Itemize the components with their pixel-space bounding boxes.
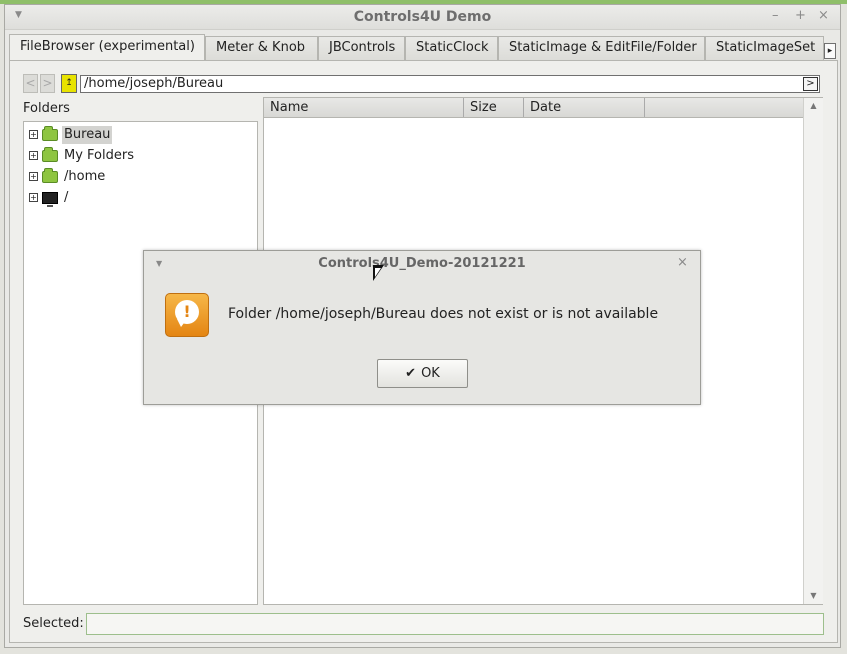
dialog-close-button[interactable]: × [677,255,688,270]
tree-item-label: Bureau [62,126,113,144]
folders-label: Folders [23,101,70,116]
file-list-header: Name Size Date [264,98,803,118]
error-dialog: ▼ Controls4U_Demo-20121221 × ! Folder /h… [143,250,701,405]
vertical-scrollbar[interactable]: ▲ ▼ [803,98,823,604]
dialog-title: Controls4U_Demo-20121221 [318,256,526,271]
column-header-size[interactable]: Size [464,98,524,117]
maximize-button[interactable]: + [795,8,806,23]
path-input[interactable]: /home/joseph/Bureau [80,75,820,93]
tab-staticimage-editfile[interactable]: StaticImage & EditFile/Folder [498,36,705,60]
info-icon: ! [165,293,209,337]
dialog-message: Folder /home/joseph/Bureau does not exis… [228,306,659,322]
expand-icon[interactable]: + [29,172,38,181]
tab-filebrowser[interactable]: FileBrowser (experimental) [9,34,205,60]
tree-item-label: / [64,190,69,205]
go-button[interactable]: > [803,77,818,91]
bubble-tail [177,319,187,327]
expand-icon[interactable]: + [29,130,38,139]
folder-icon [42,126,58,141]
ok-button-label: OK [421,366,440,381]
folder-icon [42,147,58,162]
minimize-button[interactable]: – [772,8,779,23]
tab-scroll-right-button[interactable]: ▸ [824,43,836,59]
selected-label: Selected: [23,616,84,631]
close-button[interactable]: × [818,8,829,23]
check-icon: ✔ [405,366,417,381]
tab-jbcontrols[interactable]: JBControls [318,36,405,60]
monitor-icon [42,192,58,207]
title-bar: ▼ Controls4U Demo – + × [5,5,840,30]
back-button[interactable]: < [23,74,38,93]
tab-staticimageset[interactable]: StaticImageSet [705,36,824,60]
tab-meter-knob[interactable]: Meter & Knob [205,36,318,60]
tree-item-label: /home [64,169,106,184]
column-header-name[interactable]: Name [264,98,464,117]
scroll-up-icon[interactable]: ▲ [804,101,823,110]
expand-icon[interactable]: + [29,193,38,202]
window-title: Controls4U Demo [353,9,492,25]
mouse-pointer-fill [375,268,381,277]
forward-button[interactable]: > [40,74,55,93]
tree-item-label: My Folders [64,148,134,163]
folder-icon [42,168,58,183]
tab-bar: FileBrowser (experimental) Meter & Knob … [9,34,838,60]
expand-icon[interactable]: + [29,151,38,160]
scroll-down-icon[interactable]: ▼ [804,591,823,600]
tab-staticclock[interactable]: StaticClock [405,36,498,60]
parent-folder-button[interactable]: ↥ [61,74,77,93]
selected-field[interactable] [86,613,824,635]
column-header-date[interactable]: Date [524,98,645,117]
ok-button[interactable]: ✔ OK [377,359,468,388]
